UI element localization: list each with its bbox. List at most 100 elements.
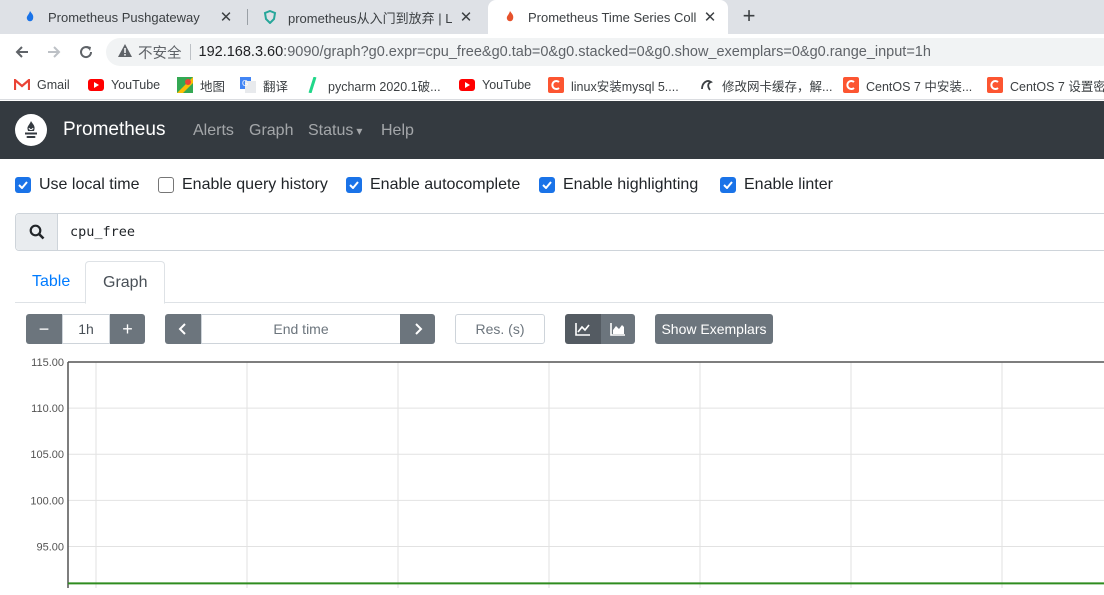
option-label: Use local time (39, 176, 140, 193)
option-enable-highlighting[interactable]: Enable highlighting (539, 175, 698, 195)
y-tick-label: 115.00 (31, 357, 64, 369)
option-label: Enable query history (182, 176, 328, 193)
bookmark-label: linux安装mysql 5.... (571, 79, 679, 94)
browser-tab-blog[interactable]: prometheus从入门到放弃 | Linux ✕ (248, 0, 484, 34)
url-host: 192.168.3.60 (198, 44, 284, 60)
bookmark-translate[interactable]: G 翻译 (240, 76, 288, 94)
maps-icon (177, 77, 193, 93)
y-tick-label: 110.00 (31, 403, 64, 415)
next-time-button[interactable] (400, 314, 435, 344)
address-divider (189, 44, 191, 60)
youtube-icon (459, 77, 475, 93)
option-enable-autocomplete[interactable]: Enable autocomplete (346, 175, 520, 195)
nav-status-label: Status (308, 122, 354, 139)
reload-icon[interactable] (74, 40, 98, 64)
nav-graph[interactable]: Graph (249, 122, 293, 140)
panel-tabs: Table Graph (15, 261, 1104, 304)
option-enable-query-history[interactable]: Enable query history (158, 175, 328, 195)
tab-title: Prometheus Pushgateway (48, 9, 200, 25)
bookmark-maps[interactable]: 地图 (177, 76, 225, 94)
bookmark-label: 翻译 (263, 79, 289, 94)
bookmark-centos-2[interactable]: CentOS 7 设置密 (987, 76, 1104, 94)
nav-status-dropdown[interactable]: Status ▾ (308, 122, 362, 140)
search-icon (16, 214, 58, 250)
browser-toolbar: 不安全 192.168.3.60 :9090/graph?g0.expr=cpu… (0, 34, 1104, 70)
checkbox-checked[interactable] (539, 177, 555, 193)
bookmark-label: Gmail (37, 78, 70, 92)
back-icon[interactable] (10, 40, 34, 64)
bookmark-label: pycharm 2020.1破... (328, 79, 441, 94)
option-use-local-time[interactable]: Use local time (15, 175, 139, 195)
close-icon[interactable]: ✕ (218, 8, 234, 26)
chevron-left-icon (178, 323, 186, 335)
new-tab-button[interactable]: + (737, 4, 761, 30)
increase-range-button[interactable]: + (110, 314, 145, 344)
bookmark-label: 修改网卡缓存，解... (722, 79, 833, 94)
security-label[interactable]: 不安全 (138, 42, 182, 63)
end-time-input[interactable]: End time (201, 314, 401, 344)
address-bar[interactable]: 不安全 192.168.3.60 :9090/graph?g0.expr=cpu… (106, 38, 1104, 66)
unstacked-chart-button[interactable] (565, 314, 601, 344)
line-chart-icon (575, 323, 590, 336)
stacked-chart-button[interactable] (601, 314, 635, 344)
bookmark-gmail[interactable]: Gmail (14, 76, 70, 94)
csdn-icon (548, 77, 564, 93)
prometheus-favicon-icon (22, 9, 38, 25)
chart-canvas: 115.00 110.00 105.00 100.00 95.00 (30, 357, 1104, 588)
tab-title: Prometheus Time Series Collection (528, 9, 696, 25)
bookmark-label: 地图 (200, 79, 226, 94)
checkbox-checked[interactable] (15, 177, 31, 193)
bookmark-mysql[interactable]: linux安装mysql 5.... (548, 76, 679, 94)
translate-icon: G (240, 77, 256, 93)
tab-title: prometheus从入门到放弃 | Linux (288, 10, 452, 26)
y-tick-label: 105.00 (30, 449, 64, 461)
forward-icon[interactable] (42, 40, 66, 64)
browser-tab-pushgateway[interactable]: Prometheus Pushgateway ✕ (8, 0, 244, 34)
bookmarks-bar: Gmail YouTube 地图 G 翻译 pycharm 2020.1破...… (0, 70, 1104, 100)
area-chart-icon (610, 323, 625, 336)
graph-chart[interactable]: 115.00 110.00 105.00 100.00 95.00 (0, 350, 1104, 590)
expression-bar: cpu_free (15, 213, 1104, 251)
tab-table[interactable]: Table (15, 261, 87, 303)
checkbox-unchecked[interactable] (158, 177, 174, 193)
prometheus-favicon-icon (502, 9, 518, 25)
warning-icon (118, 44, 132, 60)
close-icon[interactable]: ✕ (702, 8, 718, 26)
nav-alerts[interactable]: Alerts (193, 122, 234, 140)
decrease-range-button[interactable]: − (26, 314, 62, 344)
bookmark-nic-cache[interactable]: 修改网卡缓存，解... (699, 76, 832, 94)
tab-graph[interactable]: Graph (85, 261, 166, 304)
close-icon[interactable]: ✕ (458, 8, 474, 26)
y-tick-label: 95.00 (36, 541, 64, 553)
url-path: :9090/graph?g0.expr=cpu_free&g0.tab=0&g0… (283, 44, 931, 60)
checkbox-checked[interactable] (720, 177, 736, 193)
bookmark-centos-1[interactable]: CentOS 7 中安装... (843, 76, 972, 94)
bookmark-label: CentOS 7 中安装... (866, 79, 973, 94)
chevron-right-icon (414, 323, 422, 335)
bookmark-label: YouTube (482, 78, 532, 92)
gmail-icon (14, 77, 30, 93)
csdn-icon (987, 77, 1003, 93)
expression-input[interactable]: cpu_free (58, 214, 135, 250)
range-input[interactable]: 1h (62, 314, 110, 344)
show-exemplars-button[interactable]: Show Exemplars (655, 314, 773, 344)
previous-time-button[interactable] (165, 314, 201, 344)
checkbox-checked[interactable] (346, 177, 362, 193)
pycharm-icon (305, 77, 321, 93)
app-navbar: Prometheus Alerts Graph Status ▾ Help (0, 101, 1104, 159)
browser-tab-prometheus[interactable]: Prometheus Time Series Collection ✕ (488, 0, 728, 34)
resolution-input[interactable]: Res. (s) (455, 314, 545, 344)
bookmark-pycharm[interactable]: pycharm 2020.1破... (305, 76, 441, 94)
shield-favicon-icon (262, 9, 278, 25)
option-label: Enable autocomplete (370, 176, 521, 193)
option-label: Enable linter (744, 176, 833, 193)
prometheus-logo-icon[interactable] (15, 114, 47, 146)
nav-help[interactable]: Help (381, 122, 414, 140)
option-label: Enable highlighting (563, 176, 699, 193)
option-enable-linter[interactable]: Enable linter (720, 175, 833, 195)
site-icon (699, 77, 715, 93)
brand-title[interactable]: Prometheus (63, 119, 165, 141)
bookmark-youtube[interactable]: YouTube (88, 76, 160, 94)
bookmark-youtube-2[interactable]: YouTube (459, 76, 531, 94)
y-tick-label: 100.00 (30, 495, 64, 507)
